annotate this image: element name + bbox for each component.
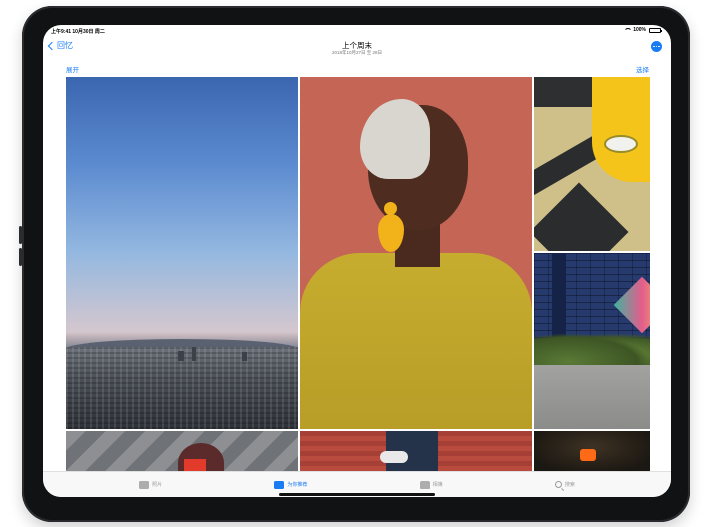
photo-brick-sneakers[interactable] — [300, 431, 532, 471]
tab-search[interactable]: 搜索 — [554, 481, 575, 488]
tab-label: 相簿 — [432, 482, 443, 488]
photo-brick-wall[interactable] — [534, 253, 650, 429]
status-time: 上午9:41 10月30日 周二 — [51, 29, 105, 35]
photos-icon — [139, 480, 150, 489]
navigation-bar: 回忆 上个周末 2018年10月27日 至 28日 — [43, 35, 671, 61]
status-icons: 100% — [624, 27, 662, 33]
tab-photos[interactable]: 照片 — [139, 480, 163, 489]
tab-albums[interactable]: 相簿 — [419, 480, 443, 489]
tab-label: 照片 — [152, 482, 163, 488]
search-icon — [554, 481, 562, 488]
battery-icon — [649, 27, 662, 33]
photo-dark-figure[interactable] — [534, 431, 650, 471]
albums-icon — [419, 480, 430, 489]
volume-button — [19, 248, 22, 266]
battery-percent: 100% — [633, 27, 646, 33]
tab-label: 为你推荐 — [287, 482, 308, 488]
tab-label: 搜索 — [564, 482, 575, 488]
tab-for-you[interactable]: 为你推荐 — [274, 480, 308, 489]
photo-stairs-person[interactable] — [66, 431, 298, 471]
home-indicator[interactable] — [279, 493, 435, 496]
ellipsis-icon — [653, 45, 655, 48]
photo-city-skyline[interactable] — [66, 77, 298, 429]
photo-yellow-car[interactable] — [534, 77, 650, 251]
page-subtitle: 2018年10月27日 至 28日 — [331, 50, 383, 55]
select-button[interactable]: 选择 — [636, 64, 649, 74]
more-options-button[interactable] — [651, 41, 662, 52]
for-you-icon — [274, 480, 285, 489]
expand-button[interactable]: 展开 — [66, 64, 79, 74]
action-row: 展开 选择 — [43, 63, 671, 74]
wifi-icon — [624, 27, 633, 33]
screen: 上午9:41 10月30日 周二 100% 回忆 上个周末 2018年10月27… — [43, 25, 671, 497]
photo-portrait[interactable] — [300, 77, 532, 429]
volume-button — [19, 226, 22, 244]
